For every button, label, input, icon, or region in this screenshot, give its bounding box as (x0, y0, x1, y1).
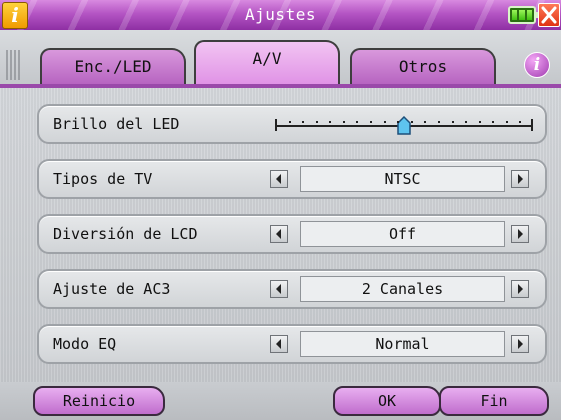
setting-row-led-brightness: Brillo del LED (37, 104, 547, 144)
lcd-diversion-prev-arrow-icon[interactable] (270, 225, 288, 243)
tv-type-label: Tipos de TV (53, 170, 153, 188)
eq-mode-prev-arrow-icon[interactable] (270, 335, 288, 353)
slider-tick (479, 121, 481, 123)
ac3-label: Ajuste de AC3 (53, 280, 171, 298)
slider-tick (506, 121, 508, 123)
slider-tick (302, 121, 304, 123)
slider-tick (356, 121, 358, 123)
close-icon[interactable] (538, 3, 560, 27)
tab-av[interactable]: A/V (194, 40, 340, 84)
tab-row: Enc./LED A/V Otros i (0, 30, 561, 84)
grip-handle (6, 50, 20, 80)
ac3-prev-arrow-icon[interactable] (270, 280, 288, 298)
tab-otros[interactable]: Otros (350, 48, 496, 84)
settings-panel: Brillo del LED Tipos de TV NTSC Diversió… (0, 88, 561, 382)
eq-mode-label: Modo EQ (53, 335, 117, 353)
battery-icon (508, 6, 539, 24)
slider-tick (492, 121, 494, 123)
slider-tick (384, 121, 386, 123)
slider-tick (370, 121, 372, 123)
slider-tick (438, 121, 440, 123)
window-title: Ajustes (245, 5, 316, 24)
slider-tick (424, 121, 426, 123)
slider-tick (343, 121, 345, 123)
setting-row-ac3: Ajuste de AC3 2 Canales (37, 269, 547, 309)
slider-tick (452, 121, 454, 123)
ac3-next-arrow-icon[interactable] (511, 280, 529, 298)
setting-row-eq-mode: Modo EQ Normal (37, 324, 547, 364)
lcd-diversion-value: Off (300, 221, 505, 247)
ac3-value: 2 Canales (300, 276, 505, 302)
eq-mode-next-arrow-icon[interactable] (511, 335, 529, 353)
slider-tick (519, 121, 521, 123)
slider-tick (316, 121, 318, 123)
tv-type-value: NTSC (300, 166, 505, 192)
slider-tick (411, 121, 413, 123)
tv-type-next-arrow-icon[interactable] (511, 170, 529, 188)
end-button[interactable]: Fin (439, 386, 549, 416)
slider-tick (397, 121, 399, 123)
slider-tick (329, 121, 331, 123)
slider-tick (465, 121, 467, 123)
setting-row-lcd-diversion: Diversión de LCD Off (37, 214, 547, 254)
bottom-bar: Reinicio OK Fin (0, 382, 561, 420)
led-brightness-slider[interactable] (275, 116, 533, 136)
help-icon[interactable]: i (524, 52, 550, 78)
tab-enc-led[interactable]: Enc./LED (40, 48, 186, 84)
led-brightness-label: Brillo del LED (53, 115, 180, 133)
lcd-diversion-label: Diversión de LCD (53, 225, 198, 243)
title-bar: i Ajustes (0, 0, 561, 30)
reset-button[interactable]: Reinicio (33, 386, 165, 416)
lcd-diversion-next-arrow-icon[interactable] (511, 225, 529, 243)
tv-type-prev-arrow-icon[interactable] (270, 170, 288, 188)
eq-mode-value: Normal (300, 331, 505, 357)
setting-row-tv-type: Tipos de TV NTSC (37, 159, 547, 199)
slider-thumb[interactable] (397, 116, 411, 136)
ok-button[interactable]: OK (333, 386, 441, 416)
slider-tick (289, 121, 291, 123)
